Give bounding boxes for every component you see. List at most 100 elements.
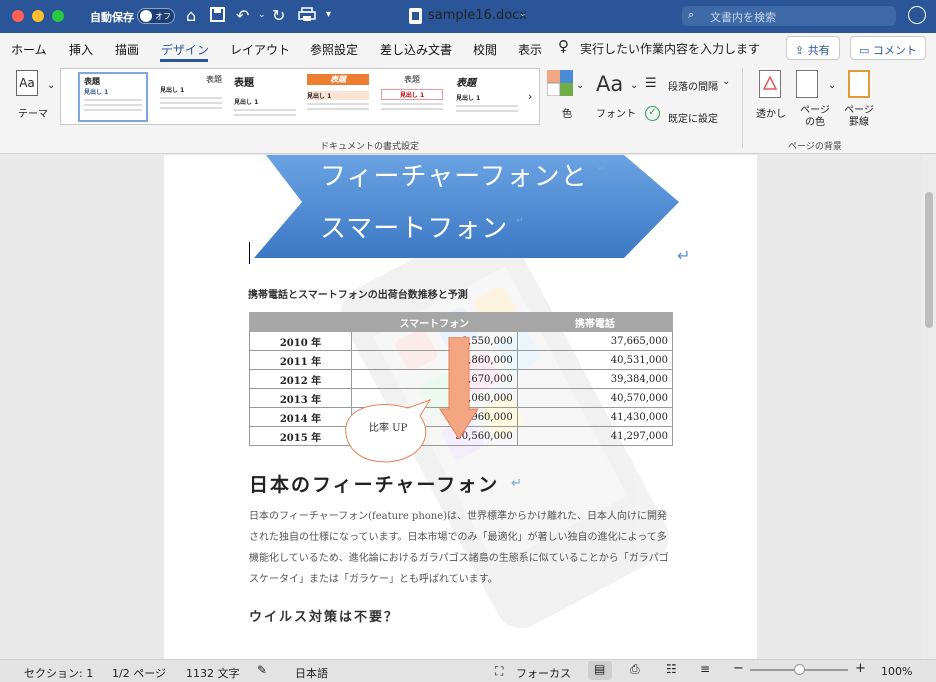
zoom-level[interactable]: 100% [881, 665, 912, 678]
zoom-window-button[interactable] [52, 10, 64, 22]
tell-me-input[interactable]: 実行したい作業内容を入力します [580, 40, 760, 57]
status-section[interactable]: セクション: 1 [24, 665, 93, 681]
table-cell[interactable]: 40,531,000 [516, 350, 674, 370]
status-language[interactable]: 日本語 [295, 665, 328, 681]
style-thumb[interactable]: 表題見出し 1 [156, 72, 226, 122]
tab-draw[interactable]: 描画 [115, 41, 139, 58]
status-words[interactable]: 1132 文字 [186, 665, 240, 681]
gallery-more-icon[interactable]: › [528, 90, 532, 103]
table-cell-year[interactable]: 2011 年 [249, 350, 352, 370]
tab-references[interactable]: 参照設定 [310, 41, 358, 58]
watermark-icon[interactable] [759, 70, 781, 98]
customize-icon[interactable]: ▾ [326, 9, 331, 20]
redo-icon[interactable]: ↻ [272, 6, 285, 25]
set-default-button[interactable]: 既定に設定 [668, 110, 718, 125]
style-title: 表題 [404, 75, 420, 84]
tab-insert[interactable]: 挿入 [69, 41, 93, 58]
style-thumb[interactable]: 表題 見出し 1 [452, 72, 522, 122]
chevron-down-icon[interactable]: ⌄ [722, 76, 730, 87]
style-heading: 見出し 1 [160, 87, 185, 94]
tab-design[interactable]: デザイン [161, 41, 209, 58]
proofing-icon[interactable]: ✎ [257, 663, 267, 677]
style-thumb[interactable]: 表題 見出し 1 [303, 72, 373, 122]
share-icon: ⇪ [795, 44, 808, 57]
chevron-down-icon[interactable]: ⌄ [576, 80, 584, 91]
table-cell[interactable]: 40,570,000 [516, 388, 674, 408]
search-input[interactable]: 文書内を検索 [710, 9, 776, 25]
scrollbar-thumb[interactable] [925, 192, 933, 328]
comment-label: コメント [872, 44, 917, 57]
table-cell[interactable]: 37,665,000 [516, 331, 674, 351]
tab-mailings[interactable]: 差し込み文書 [380, 41, 452, 58]
table-cell-year[interactable]: 2012 年 [249, 369, 352, 389]
zoom-slider-thumb[interactable] [794, 664, 805, 675]
paragraph-mark-icon: ↵ [516, 216, 524, 226]
style-heading: 見出し 1 [84, 89, 109, 96]
page-border-icon[interactable] [848, 70, 870, 98]
zoom-out-icon[interactable]: − [733, 661, 744, 676]
table-cell[interactable]: 41,430,000 [516, 407, 674, 427]
table-cell[interactable]: 23,670,000 [351, 369, 518, 389]
chevron-down-icon[interactable]: ⌄ [258, 10, 266, 20]
style-thumb[interactable]: 表題 見出し 1 [377, 72, 447, 122]
style-heading: 見出し 1 [307, 91, 369, 100]
print-icon[interactable] [298, 7, 316, 26]
paragraph-spacing-icon[interactable]: ☰ [645, 76, 657, 91]
body-paragraph[interactable]: 日本のフィーチャーフォン(feature phone)は、世界標準からかけ離れた… [249, 506, 673, 590]
style-heading: 見出し 1 [234, 99, 259, 106]
page-color-label: ページの色 [800, 105, 830, 128]
text-cursor [249, 242, 250, 264]
chevron-down-icon[interactable]: ⌄ [519, 9, 527, 19]
web-layout-icon[interactable]: ⎙ [630, 662, 640, 677]
chevron-down-icon[interactable]: ⌄ [630, 80, 638, 91]
colors-icon[interactable] [546, 70, 573, 97]
paragraph-spacing-button[interactable]: 段落の間隔 [668, 78, 718, 93]
smiley-icon[interactable] [908, 6, 926, 24]
document-title[interactable]: sample16.docx [428, 8, 527, 23]
tab-view[interactable]: 表示 [518, 41, 542, 58]
share-button[interactable]: ⇪ 共有 [786, 36, 840, 60]
minimize-window-button[interactable] [32, 10, 44, 22]
focus-button[interactable]: フォーカス [516, 665, 571, 681]
tab-layout[interactable]: レイアウト [230, 41, 290, 58]
focus-icon[interactable]: ⛶ [495, 664, 503, 679]
check-icon: ✓ [645, 106, 660, 121]
style-title: 表題 [84, 77, 100, 86]
table-cell-year[interactable]: 2010 年 [249, 331, 352, 351]
draft-view-icon[interactable]: ≡ [700, 662, 710, 676]
table-cell-year[interactable]: 2015 年 [249, 426, 352, 446]
home-icon[interactable]: ⌂ [186, 6, 196, 25]
zoom-in-icon[interactable]: + [855, 661, 866, 676]
outline-view-icon[interactable]: ☷ [666, 662, 677, 676]
page-color-icon[interactable] [796, 70, 818, 98]
paragraph-mark-icon: ↵ [677, 246, 691, 265]
banner-line-1: フィーチャーフォンと [320, 162, 588, 192]
table-cell[interactable]: 8,550,000 [351, 331, 518, 351]
style-title: 表題 [206, 75, 222, 84]
table-cell[interactable]: 19,860,000 [351, 350, 518, 370]
chevron-down-icon[interactable]: ⌄ [47, 80, 55, 91]
table-cell-year[interactable]: 2014 年 [249, 407, 352, 427]
style-thumb[interactable]: 表題見出し 1 [78, 72, 148, 122]
undo-icon[interactable]: ↶ [236, 6, 249, 25]
autosave-toggle[interactable]: オフ [137, 8, 175, 24]
table-header-cell [249, 312, 352, 332]
tab-review[interactable]: 校閲 [473, 41, 497, 58]
style-thumb[interactable]: 表題 見出し 1 [230, 72, 300, 122]
theme-icon[interactable]: Aa [16, 70, 38, 96]
callout-text: 比率 UP [369, 423, 408, 434]
toggle-knob [140, 10, 152, 22]
tab-home[interactable]: ホーム [11, 41, 47, 58]
table-cell-year[interactable]: 2013 年 [249, 388, 352, 408]
fonts-icon[interactable]: Aa [596, 72, 623, 96]
heading-1[interactable]: 日本のフィーチャーフォン [249, 470, 499, 497]
comment-button[interactable]: ▭ コメント [850, 36, 926, 60]
close-window-button[interactable] [12, 10, 24, 22]
share-label: 共有 [807, 44, 830, 57]
table-cell[interactable]: 39,384,000 [516, 369, 674, 389]
table-cell[interactable]: 41,297,000 [516, 426, 674, 446]
save-icon[interactable] [210, 7, 225, 26]
chevron-down-icon[interactable]: ⌄ [828, 80, 836, 91]
heading-2[interactable]: ウイルス対策は不要？ [249, 606, 399, 625]
status-page[interactable]: 1/2 ページ [112, 665, 166, 681]
